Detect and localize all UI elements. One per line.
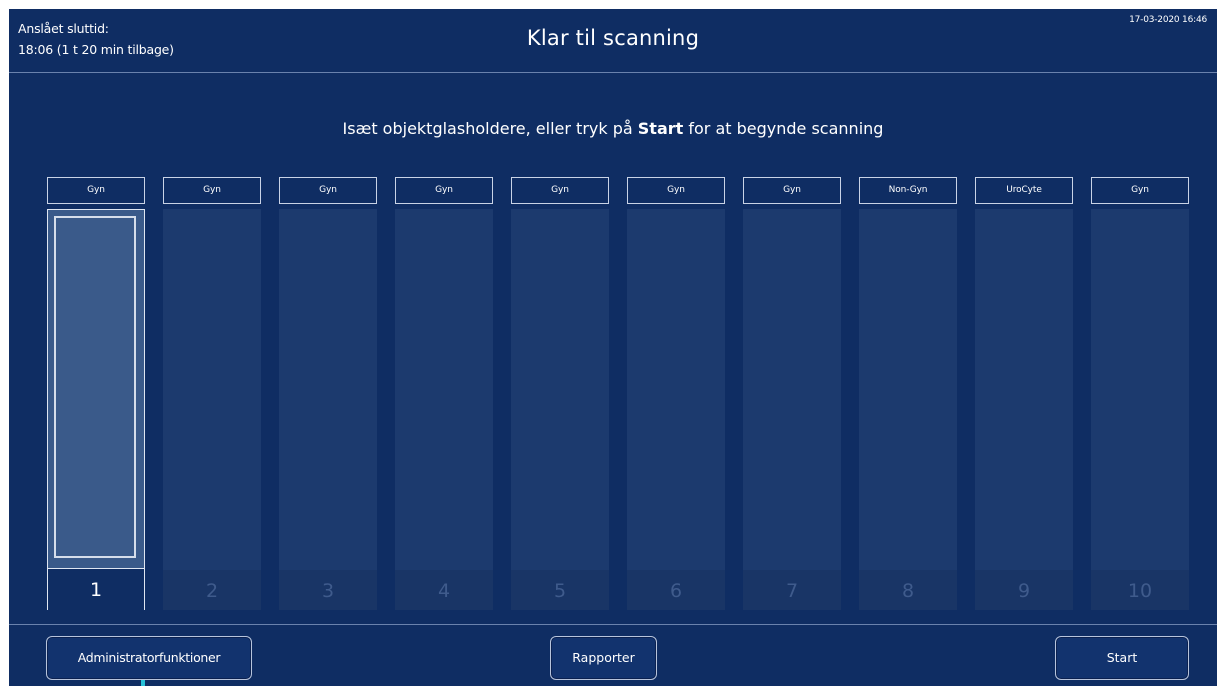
slot-body: 8 <box>859 209 957 610</box>
instruction-after: for at begynde scanning <box>683 119 884 138</box>
slot-number: 10 <box>1091 570 1189 610</box>
slide-holder-slot-7[interactable]: Gyn 7 <box>743 177 841 610</box>
slot-body: 2 <box>163 209 261 610</box>
slide-holder-slot-2[interactable]: Gyn 2 <box>163 177 261 610</box>
slot-body: 10 <box>1091 209 1189 610</box>
slot-type-label: Gyn <box>47 177 145 204</box>
slot-body: 6 <box>627 209 725 610</box>
instruction-before: Isæt objektglasholdere, eller tryk på <box>342 119 638 138</box>
slot-body: 7 <box>743 209 841 610</box>
slot-number: 8 <box>859 570 957 610</box>
slot-number: 6 <box>627 570 725 610</box>
slide-holder-slot-4[interactable]: Gyn 4 <box>395 177 493 610</box>
slot-type-label: Gyn <box>627 177 725 204</box>
datetime-readout: 17-03-2020 16:46 <box>1129 15 1207 25</box>
slot-number: 3 <box>279 570 377 610</box>
slot-number: 4 <box>395 570 493 610</box>
slide-holder-slot-8[interactable]: Non-Gyn 8 <box>859 177 957 610</box>
admin-functions-button[interactable]: Administratorfunktioner <box>46 636 252 680</box>
slide-holder-slot-1[interactable]: Gyn 1 <box>47 177 145 610</box>
text-cursor-marker <box>141 680 145 686</box>
instruction-text: Isæt objektglasholdere, eller tryk på St… <box>9 119 1217 138</box>
slide-holder-slot-10[interactable]: Gyn 10 <box>1091 177 1189 610</box>
slot-number: 9 <box>975 570 1073 610</box>
slide-holder-slot-9[interactable]: UroCyte 9 <box>975 177 1073 610</box>
slide-holder <box>54 216 136 558</box>
slot-type-label: Gyn <box>395 177 493 204</box>
slot-type-label: UroCyte <box>975 177 1073 204</box>
slot-body: 9 <box>975 209 1073 610</box>
slot-body: 4 <box>395 209 493 610</box>
slot-type-label: Gyn <box>511 177 609 204</box>
slot-type-label: Gyn <box>163 177 261 204</box>
page-title: Klar til scanning <box>526 26 700 50</box>
scanner-screen: Anslået sluttid: 18:06 (1 t 20 min tilba… <box>9 9 1217 686</box>
footer-divider <box>9 624 1217 625</box>
slot-number: 7 <box>743 570 841 610</box>
slide-holder-slot-3[interactable]: Gyn 3 <box>279 177 377 610</box>
slot-type-label: Gyn <box>1091 177 1189 204</box>
slot-body: 5 <box>511 209 609 610</box>
slot-type-label: Gyn <box>743 177 841 204</box>
slot-type-label: Gyn <box>279 177 377 204</box>
start-button[interactable]: Start <box>1055 636 1189 680</box>
slide-holder-slot-5[interactable]: Gyn 5 <box>511 177 609 610</box>
slot-number: 2 <box>163 570 261 610</box>
reports-button[interactable]: Rapporter <box>550 636 657 680</box>
slot-body: 3 <box>279 209 377 610</box>
slot-type-label: Non-Gyn <box>859 177 957 204</box>
slot-number: 1 <box>48 568 144 610</box>
slide-holder-slot-6[interactable]: Gyn 6 <box>627 177 725 610</box>
slot-number: 5 <box>511 570 609 610</box>
slot-body: 1 <box>47 209 145 610</box>
instruction-start-word: Start <box>637 119 684 138</box>
header-bar: Anslået sluttid: 18:06 (1 t 20 min tilba… <box>9 9 1217 73</box>
